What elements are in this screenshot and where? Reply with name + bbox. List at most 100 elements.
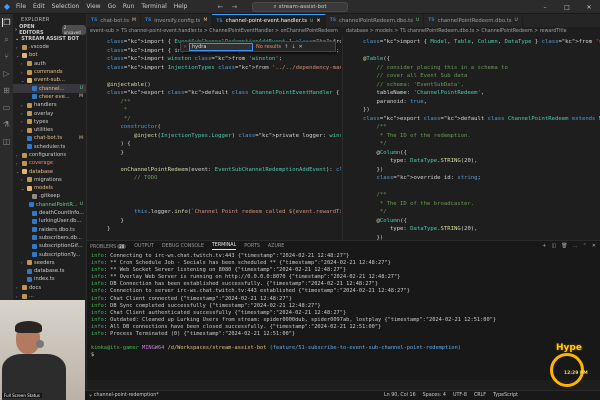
editor-left[interactable]: class="kc">import { EventSubChannelRedem…	[87, 36, 341, 240]
editor-tab[interactable]: TS inversify.config.ts M	[141, 14, 213, 27]
tree-folder[interactable]: ⌄ database	[13, 167, 86, 175]
panel-tab-ports[interactable]: PORTS	[244, 244, 260, 249]
panel-tab-problems[interactable]: PROBLEMS 20	[90, 243, 127, 250]
tree-folder[interactable]: › commands	[13, 68, 86, 76]
status-branch[interactable]: channel-point-redemption*	[94, 393, 159, 398]
minimize-icon[interactable]: –	[534, 0, 556, 14]
menu-selection[interactable]: Selection	[52, 3, 80, 10]
editor-right[interactable]: class="kc">import { Model, Table, Column…	[342, 36, 600, 240]
chevron-right-icon[interactable]: ›	[184, 44, 186, 50]
terminal-output[interactable]: info: Connecting to irc-ws.chat.twitch.t…	[87, 253, 600, 371]
menu-run[interactable]: Run	[123, 3, 135, 10]
menu-terminal[interactable]: Terminal	[141, 3, 166, 10]
more-icon[interactable]: …	[573, 243, 578, 249]
tree-folder[interactable]: ⌄ models	[13, 184, 86, 192]
maximize-icon[interactable]: □	[556, 0, 578, 14]
tree-file[interactable]: cheer eve... M	[13, 93, 86, 101]
editor-tab[interactable]: TS channelPointRedeem.dbo.ts U	[326, 14, 425, 27]
nav-arrows[interactable]: ← →	[217, 3, 240, 11]
close-icon[interactable]: ✕	[578, 0, 600, 14]
tree-folder[interactable]: › handlers	[13, 101, 86, 109]
tree-file[interactable]: index.ts	[13, 275, 86, 283]
search-icon[interactable]: ⌕	[2, 35, 11, 44]
status-eol[interactable]: CRLF	[474, 393, 486, 398]
new-terminal-icon[interactable]: +	[542, 243, 546, 249]
tree-file[interactable]: subscribers.db...	[13, 234, 86, 242]
terminal-line: info: Chat Client connected {"timestamp"…	[91, 295, 292, 302]
terminal-input-line[interactable]: $	[91, 352, 600, 359]
explorer-icon[interactable]: ❐	[2, 18, 11, 27]
status-language[interactable]: TypeScript	[493, 393, 518, 398]
tree-file[interactable]: scheduler.ts	[13, 143, 86, 151]
tree-file[interactable]: lurkingUser.db...	[13, 217, 86, 225]
panel-tab-terminal[interactable]: TERMINAL	[211, 243, 237, 250]
menu-help[interactable]: Help	[174, 3, 188, 10]
tree-folder[interactable]: ⌄ bot	[13, 51, 86, 59]
extensions-icon[interactable]: ⊞	[2, 86, 11, 95]
status-position[interactable]: Ln 90, Col 16	[384, 393, 416, 398]
tree-folder[interactable]: ⌄ event-sub...	[13, 76, 86, 84]
split-icon[interactable]: ◫	[552, 243, 557, 249]
close-icon[interactable]: ✕	[316, 18, 320, 24]
tree-folder[interactable]: › overlay	[13, 109, 86, 117]
editor-tab[interactable]: TS chat-bot.ts M	[87, 14, 141, 27]
menu-file[interactable]: File	[16, 3, 26, 10]
tree-folder[interactable]: › seeders	[13, 259, 86, 267]
panel-tab-debug-console[interactable]: DEBUG CONSOLE	[162, 244, 204, 249]
docker-icon[interactable]: ◫	[2, 137, 11, 146]
tree-folder[interactable]: › configurations	[13, 151, 86, 159]
project-section[interactable]: ⌄ STREAM ASSIST BOT	[13, 34, 86, 43]
menu-view[interactable]: View	[86, 3, 100, 10]
chevron-right-icon: ›	[21, 61, 23, 67]
remote-explorer-icon[interactable]: ▭	[2, 103, 11, 112]
code-area-left[interactable]: class="kc">import { EventSubChannelRedem…	[107, 38, 341, 240]
panel-tab-azure[interactable]: AZURE	[268, 244, 284, 249]
tab-label: channelPointRedeem.dbo.ts	[437, 17, 512, 24]
tree-folder[interactable]: ›...	[13, 292, 86, 300]
tree-item-label: raiders.dbo.ts	[39, 226, 75, 233]
editor-tab[interactable]: TS channelPointRedeem.dbo.ts U	[424, 14, 523, 27]
tree-file[interactable]: chat-bot.ts M	[13, 134, 86, 142]
tree-file[interactable]: subscriptionTy...	[13, 250, 86, 258]
tree-item-label: bot	[29, 52, 38, 59]
code-area-right[interactable]: class="kc">import { Model, Table, Column…	[363, 38, 600, 240]
tree-item-label: index.ts	[34, 276, 55, 283]
menu-go[interactable]: Go	[108, 3, 116, 10]
tree-folder[interactable]: › coverage	[13, 159, 86, 167]
maximize-panel-icon[interactable]: ⌃	[583, 243, 587, 249]
command-center-search[interactable]: ⌕ stream-assist-bot	[252, 2, 348, 12]
menu-edit[interactable]: Edit	[33, 3, 45, 10]
breadcrumb-right[interactable]: database > models > TS channelPointRedee…	[342, 27, 600, 36]
trash-icon[interactable]: 🗑	[561, 243, 567, 249]
panel-tab-output[interactable]: OUTPUT	[134, 244, 154, 249]
run-debug-icon[interactable]: ▷	[2, 69, 11, 78]
breadcrumb-left[interactable]: event-sub > TS channel-point-event.handl…	[87, 27, 341, 36]
close-icon[interactable]: ✕	[592, 243, 596, 249]
tree-folder[interactable]: › .vscode	[13, 43, 86, 51]
tree-file[interactable]: channel... U	[13, 84, 86, 93]
tree-folder[interactable]: › docs	[13, 284, 86, 292]
status-spaces[interactable]: Spaces: 4	[423, 393, 446, 398]
open-editors-section[interactable]: › OPEN EDITORS 2 unsaved	[13, 24, 86, 36]
tree-file[interactable]: deathCountInfo...	[13, 209, 86, 217]
editor-tab[interactable]: TS channel-point-event.handler.ts U ✕	[212, 14, 326, 27]
tree-file[interactable]: channelPointR... U	[13, 201, 86, 209]
status-encoding[interactable]: UTF-8	[453, 393, 467, 398]
tree-item-label: database	[29, 168, 54, 175]
close-icon[interactable]: ✕	[299, 44, 303, 50]
tree-folder[interactable]: › types	[13, 118, 86, 126]
arrow-down-icon[interactable]: ↓	[291, 44, 295, 50]
tree-file[interactable]: raiders.dbo.ts	[13, 226, 86, 234]
tree-folder[interactable]: › auth	[13, 60, 86, 68]
arrow-up-icon[interactable]: ↑	[284, 44, 288, 50]
code-line: @inject(InjectionTypes.Logger) class="kc…	[133, 132, 341, 139]
chevron-down-icon: ⌄	[16, 52, 20, 58]
testing-icon[interactable]: ⚗	[2, 120, 11, 129]
tree-folder[interactable]: › migrations	[13, 176, 86, 184]
tree-file[interactable]: subscriptionGif...	[13, 242, 86, 250]
source-control-icon[interactable]: ⑂	[2, 52, 11, 61]
tree-file[interactable]: .gitkeep	[13, 192, 86, 200]
find-input[interactable]: hydra	[189, 42, 253, 51]
tree-folder[interactable]: › utilities	[13, 126, 86, 134]
tree-file[interactable]: database.ts	[13, 267, 86, 275]
